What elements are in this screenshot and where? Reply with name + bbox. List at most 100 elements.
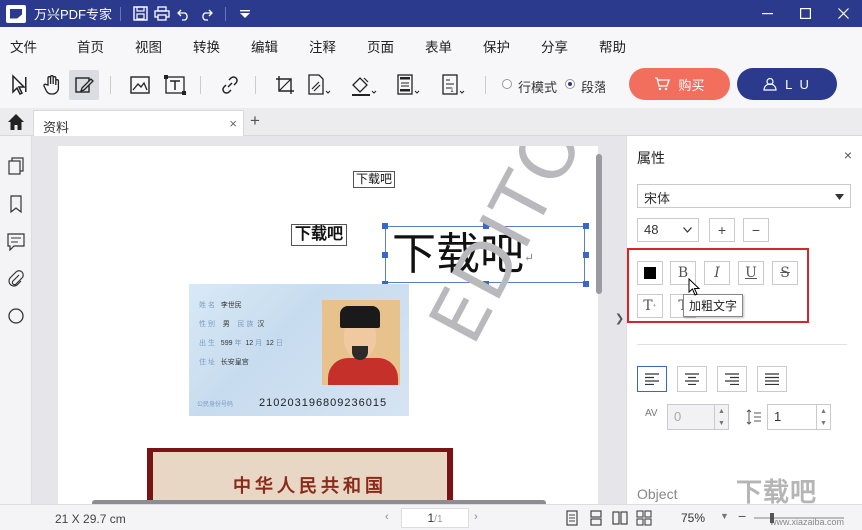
thumbnails-icon[interactable] (6, 156, 26, 176)
line-spacing-input[interactable]: 1 ▲ ▼ (767, 404, 831, 430)
align-center-button[interactable] (677, 366, 707, 392)
id-card-back-image[interactable]: 中华人民共和国 (147, 448, 453, 504)
collapse-right-panel-icon[interactable]: ❯ (615, 312, 624, 325)
page-number-input[interactable]: 1/1 (401, 508, 469, 528)
header-footer-icon[interactable] (393, 70, 423, 100)
resize-handle-ml[interactable] (382, 252, 388, 258)
comments-icon[interactable] (6, 232, 26, 252)
buy-button[interactable]: 购买 (629, 68, 730, 100)
print-icon[interactable] (151, 3, 173, 25)
properties-title: 属性 (637, 150, 665, 166)
edit-text-icon[interactable] (69, 70, 99, 100)
menu-view[interactable]: 视图 (135, 36, 162, 56)
menu-protect[interactable]: 保护 (483, 36, 510, 56)
hand-icon[interactable] (37, 70, 67, 100)
font-size-select[interactable]: 48 (637, 218, 699, 242)
attachment-icon[interactable] (6, 269, 26, 289)
zoom-level[interactable]: 75% (681, 511, 705, 525)
edit-toolbar: 1 行模式 段落 (0, 60, 862, 108)
bookmark-icon[interactable] (6, 194, 26, 214)
menu-help[interactable]: 帮助 (599, 36, 626, 56)
line-mode-radio[interactable] (502, 79, 512, 89)
continuous-view-icon[interactable] (588, 510, 604, 526)
close-window-button[interactable] (824, 0, 862, 27)
paragraph-mode-label[interactable]: 段落 (581, 77, 605, 96)
align-right-button[interactable] (717, 366, 747, 392)
id-address-value: 长安皇宫 (220, 359, 249, 366)
align-center-icon (685, 373, 699, 385)
bates-number-icon[interactable]: 1 (438, 70, 468, 100)
next-page-icon[interactable]: › (474, 511, 478, 523)
menu-file[interactable]: 文件 (10, 36, 37, 56)
resize-handle-tr[interactable] (583, 223, 589, 229)
undo-icon[interactable] (173, 3, 195, 25)
font-family-select[interactable]: 宋体 (637, 184, 851, 208)
user-account-button[interactable]: L U (737, 68, 837, 100)
two-page-view-icon[interactable] (612, 510, 628, 526)
align-left-button[interactable] (637, 366, 667, 392)
save-icon[interactable] (129, 3, 151, 25)
superscript-button[interactable]: T ⁺ (637, 294, 663, 318)
increase-font-button[interactable]: + (709, 218, 735, 242)
new-tab-button[interactable]: + (250, 111, 260, 131)
vertical-scrollbar[interactable] (596, 154, 602, 294)
quick-access-dropdown-icon[interactable] (234, 3, 256, 25)
two-page-continuous-icon[interactable] (636, 510, 652, 526)
search-icon[interactable] (6, 306, 26, 326)
document-tab[interactable]: 资料 × (33, 110, 244, 136)
id-name-value: 李世民 (220, 302, 242, 309)
link-icon[interactable] (215, 70, 245, 100)
toolbar-separator-3 (255, 76, 256, 94)
line-spacing-value: 1 (774, 409, 782, 424)
menu-home[interactable]: 首页 (77, 36, 104, 56)
id-card-back-text: 中华人民共和国 (233, 476, 387, 496)
menu-share[interactable]: 分享 (541, 36, 568, 56)
resize-handle-mr[interactable] (583, 252, 589, 258)
previous-page-icon[interactable]: ‹ (385, 511, 389, 523)
crop-icon[interactable] (270, 70, 300, 100)
app-title: 万兴PDF专家 (34, 7, 113, 22)
zoom-out-icon[interactable]: − (738, 508, 746, 524)
align-justify-button[interactable] (757, 366, 787, 392)
document-viewport[interactable]: 下载吧 下载吧 下载吧↵ 姓 名 李世民 性 别 男 民 族 汉 出 生 599… (32, 136, 626, 504)
line-mode-label[interactable]: 行模式 (518, 77, 557, 96)
svg-text:1: 1 (450, 87, 454, 94)
object-section-label: Object (637, 486, 678, 502)
strikethrough-button[interactable]: S (772, 261, 798, 285)
menu-bar: 文件 首页 视图 转换 编辑 注释 页面 表单 保护 分享 帮助 (0, 27, 862, 62)
close-tab-icon[interactable]: × (229, 116, 237, 131)
maximize-button[interactable] (786, 0, 824, 27)
toolbar-separator (110, 76, 111, 94)
page-size-text: 21 X 29.7 cm (55, 512, 126, 526)
close-panel-icon[interactable]: × (844, 147, 852, 163)
menu-comment[interactable]: 注释 (309, 36, 336, 56)
minimize-button[interactable] (748, 0, 786, 27)
background-icon[interactable] (349, 70, 379, 100)
zoom-dropdown-icon[interactable]: ▼ (720, 511, 729, 521)
watermark-icon[interactable] (304, 70, 334, 100)
redo-icon[interactable] (195, 3, 217, 25)
underline-button[interactable]: U (738, 261, 764, 285)
text-block-small[interactable]: 下载吧 (353, 171, 396, 188)
pdf-page[interactable]: 下载吧 下载吧 下载吧↵ 姓 名 李世民 性 别 男 民 族 汉 出 生 599… (58, 146, 598, 504)
decrease-font-button[interactable]: − (743, 218, 769, 242)
resize-handle-br[interactable] (583, 281, 589, 287)
single-page-view-icon[interactable] (564, 510, 580, 526)
home-icon[interactable] (6, 112, 26, 132)
menu-convert[interactable]: 转换 (193, 36, 220, 56)
resize-handle-tl[interactable] (382, 223, 388, 229)
add-image-icon[interactable] (125, 70, 155, 100)
menu-form[interactable]: 表单 (425, 36, 452, 56)
tab-bar: 资料 × + (0, 108, 862, 136)
add-textbox-icon[interactable] (160, 70, 190, 100)
menu-edit[interactable]: 编辑 (249, 36, 280, 62)
id-card-image[interactable]: 姓 名 李世民 性 别 男 民 族 汉 出 生 599 年 12 月 12 日 … (189, 284, 409, 416)
paragraph-mode-radio[interactable] (565, 79, 575, 89)
text-block-bold[interactable]: 下载吧 (291, 224, 348, 246)
select-arrow-icon[interactable] (5, 70, 35, 100)
status-bar: 21 X 29.7 cm ‹ 1/1 › 75% ▼ − (0, 504, 862, 530)
font-color-button[interactable] (637, 261, 663, 285)
italic-button[interactable]: I (704, 261, 730, 285)
menu-page[interactable]: 页面 (367, 36, 394, 56)
id-number-value: 210203196809236015 (259, 397, 388, 409)
